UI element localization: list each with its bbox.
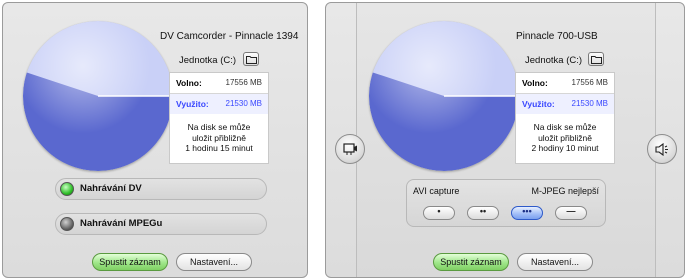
device-name: Pinnacle 700-USB bbox=[516, 31, 598, 42]
capture-quality-group: AVI capture M-JPEG nejlepší • •• ••• — bbox=[406, 179, 606, 227]
quality-option-4[interactable]: — bbox=[555, 206, 587, 220]
settings-button[interactable]: Nastavení... bbox=[176, 253, 252, 271]
mode-label: Nahrávání MPEGu bbox=[80, 218, 163, 229]
disk-space-pie bbox=[23, 21, 173, 171]
free-label: Volno: bbox=[176, 78, 202, 88]
disk-space-pie bbox=[369, 21, 519, 171]
estimate-line: uložit přibližně bbox=[192, 132, 246, 143]
audio-input-button[interactable] bbox=[647, 134, 677, 164]
used-value: 21530 MB bbox=[571, 99, 608, 108]
video-input-button[interactable] bbox=[335, 134, 365, 164]
capacity-estimate: Na disk se může uložit přibližně 2 hodin… bbox=[516, 122, 614, 154]
drive-label: Jednotka (C:) bbox=[525, 55, 583, 66]
estimate-line: Na disk se může bbox=[533, 122, 597, 132]
quality-option-1[interactable]: • bbox=[423, 206, 455, 220]
capacity-estimate: Na disk se může uložit přibližně 1 hodin… bbox=[170, 122, 268, 154]
disk-info-box: Volno: 17556 MB Využito: 21530 MB Na dis… bbox=[515, 72, 615, 164]
used-space-row: Využito: 21530 MB bbox=[516, 94, 614, 114]
video-input-icon bbox=[343, 143, 357, 155]
free-space-row: Volno: 17556 MB bbox=[516, 73, 614, 94]
start-capture-button[interactable]: Spustit záznam bbox=[433, 253, 509, 271]
disk-pie-svg bbox=[23, 21, 173, 171]
mode-label: Nahrávání DV bbox=[80, 183, 142, 194]
start-capture-button[interactable]: Spustit záznam bbox=[92, 253, 168, 271]
disk-pie-svg bbox=[369, 21, 519, 171]
folder-icon bbox=[246, 56, 257, 64]
estimate-line: Na disk se může bbox=[187, 122, 251, 132]
used-label: Využito: bbox=[176, 99, 209, 109]
mode-dv-capture[interactable]: Nahrávání DV bbox=[55, 178, 267, 200]
used-label: Využito: bbox=[522, 99, 555, 109]
free-label: Volno: bbox=[522, 78, 548, 88]
quality-option-3[interactable]: ••• bbox=[511, 206, 543, 220]
free-value: 17556 MB bbox=[225, 78, 262, 87]
estimate-line: 2 hodiny 10 minut bbox=[531, 143, 599, 153]
estimate-line: uložit přibližně bbox=[538, 132, 592, 143]
quality-max-label: M-JPEG nejlepší bbox=[531, 186, 599, 196]
usb-capture-panel: Pinnacle 700-USB Jednotka (C:) Volno: 17… bbox=[325, 2, 685, 278]
free-space-row: Volno: 17556 MB bbox=[170, 73, 268, 94]
free-value: 17556 MB bbox=[571, 78, 608, 87]
used-value: 21530 MB bbox=[225, 99, 262, 108]
led-off-icon bbox=[60, 217, 74, 231]
folder-icon bbox=[591, 56, 602, 64]
settings-button[interactable]: Nastavení... bbox=[517, 253, 593, 271]
browse-folder-button[interactable] bbox=[588, 52, 604, 66]
disk-info-box: Volno: 17556 MB Využito: 21530 MB Na dis… bbox=[169, 72, 269, 164]
drive-label: Jednotka (C:) bbox=[179, 55, 237, 66]
dv-capture-panel: DV Camcorder - Pinnacle 1394 Jednotka (C… bbox=[2, 2, 308, 278]
device-name: DV Camcorder - Pinnacle 1394 bbox=[160, 31, 299, 42]
led-on-icon bbox=[60, 182, 74, 196]
used-space-row: Využito: 21530 MB bbox=[170, 94, 268, 114]
estimate-line: 1 hodinu 15 minut bbox=[185, 143, 253, 153]
speaker-icon bbox=[655, 143, 668, 156]
mode-mpeg-capture[interactable]: Nahrávání MPEGu bbox=[55, 213, 267, 235]
quality-option-2[interactable]: •• bbox=[467, 206, 499, 220]
browse-folder-button[interactable] bbox=[243, 52, 259, 66]
quality-min-label: AVI capture bbox=[413, 186, 460, 196]
